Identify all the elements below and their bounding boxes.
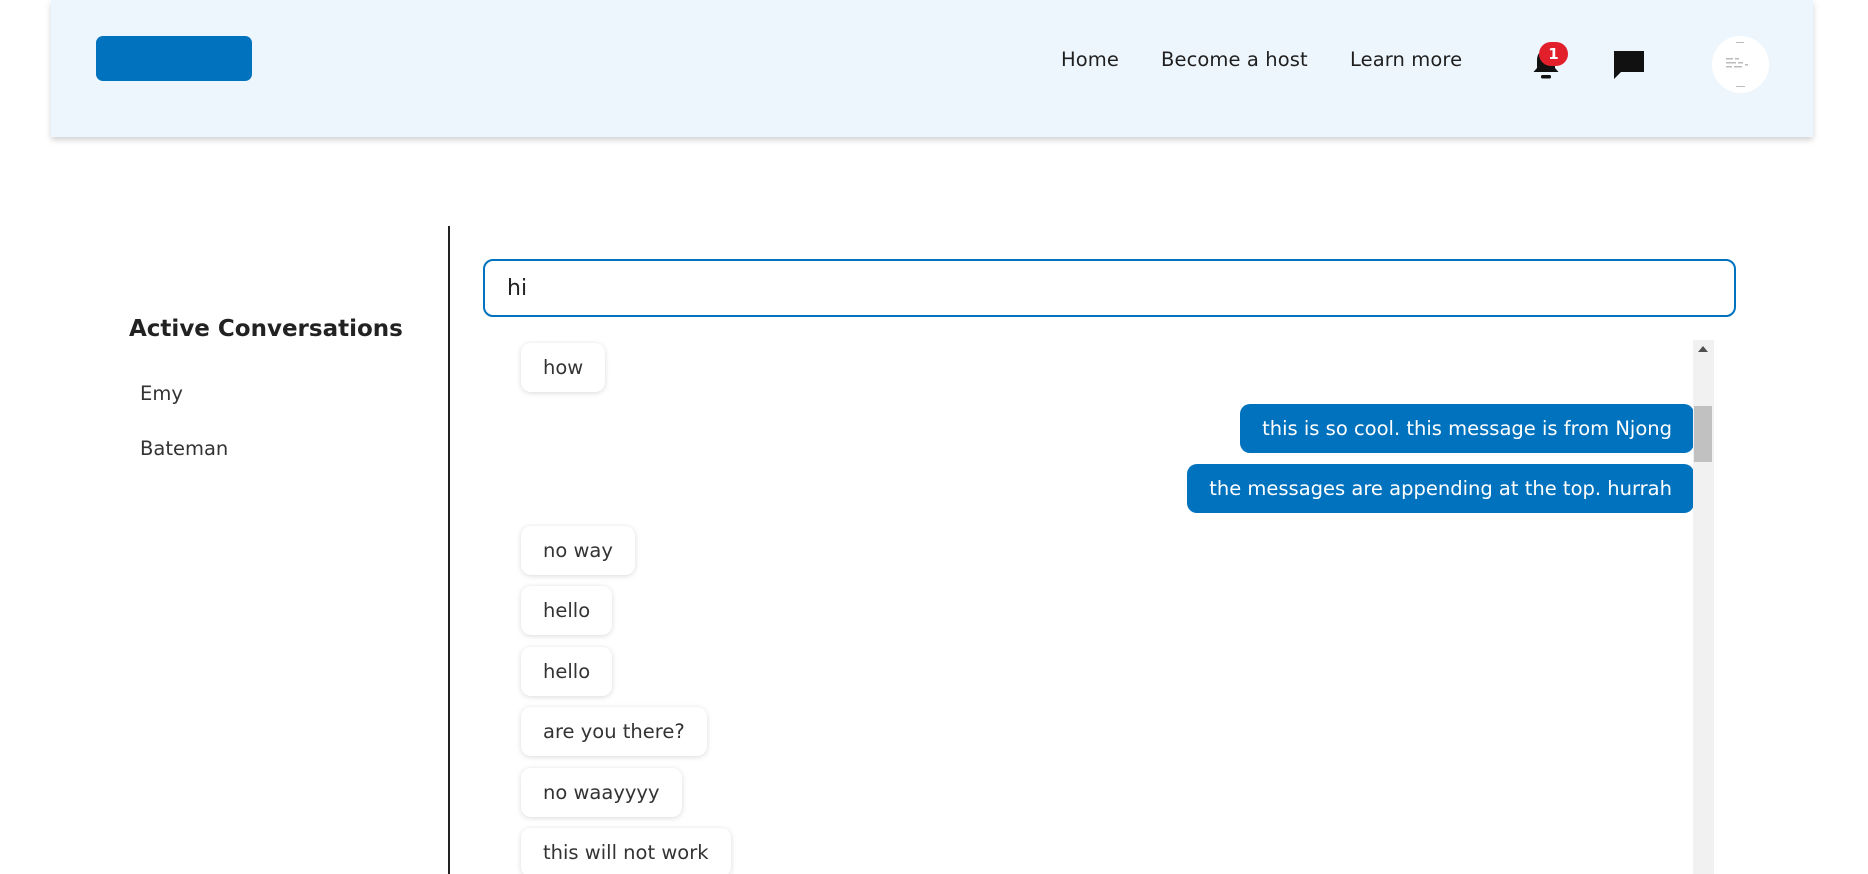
- conversation-item-emy[interactable]: Emy: [140, 382, 183, 405]
- divider: [448, 226, 450, 874]
- scroll-up-arrow-icon[interactable]: [1698, 346, 1708, 352]
- nav-link-home[interactable]: Home: [1061, 48, 1119, 71]
- notification-badge: 1: [1539, 42, 1568, 66]
- message-list: how this is so cool. this message is fro…: [504, 340, 1714, 874]
- message-incoming: no waayyyy: [521, 768, 682, 817]
- message-outgoing: the messages are appending at the top. h…: [1187, 464, 1694, 513]
- nav-link-become-a-host[interactable]: Become a host: [1161, 48, 1308, 71]
- message-incoming: no way: [521, 526, 635, 575]
- conversation-item-bateman[interactable]: Bateman: [140, 437, 228, 460]
- message-incoming: are you there?: [521, 707, 707, 756]
- navbar: Home Become a host Learn more 1: [51, 0, 1813, 137]
- sidebar-title: Active Conversations: [129, 316, 403, 342]
- avatar[interactable]: [1712, 36, 1769, 93]
- message-incoming: hello: [521, 647, 613, 696]
- nav-link-learn-more[interactable]: Learn more: [1350, 48, 1462, 71]
- message-scrollbar[interactable]: [1693, 340, 1714, 874]
- message-outgoing: this is so cool. this message is from Nj…: [1240, 404, 1694, 453]
- chat-icon[interactable]: [1613, 50, 1645, 80]
- message-incoming: how: [521, 343, 606, 392]
- message-incoming: this will not work: [521, 828, 731, 874]
- message-input[interactable]: [483, 259, 1736, 317]
- scroll-thumb[interactable]: [1694, 406, 1712, 462]
- logo[interactable]: [96, 36, 252, 81]
- message-incoming: hello: [521, 586, 613, 635]
